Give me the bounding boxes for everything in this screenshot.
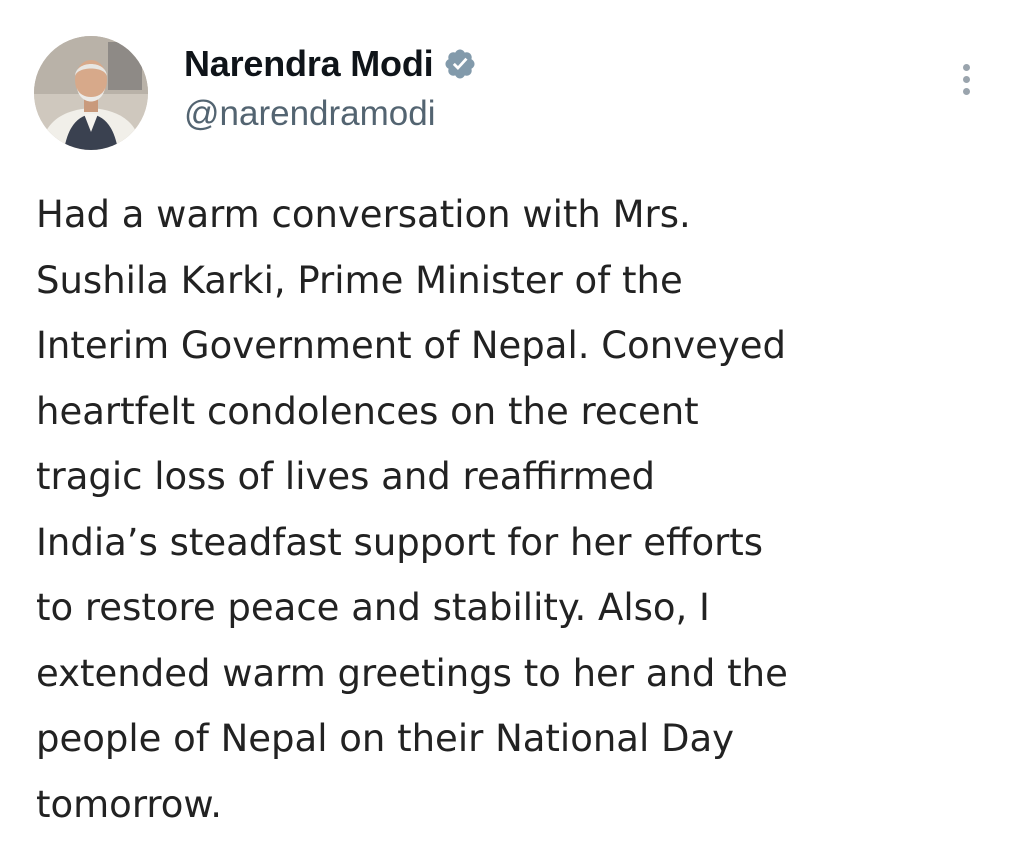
profile-photo-icon bbox=[34, 36, 148, 150]
tweet-card: Narendra Modi @narendramodi Had a warm c… bbox=[0, 0, 1024, 857]
tweet-text-line: heartfelt condolences on the recent bbox=[36, 389, 699, 433]
more-options-icon-dot bbox=[962, 75, 970, 83]
tweet-text-line: people of Nepal on their National Day bbox=[36, 717, 735, 760]
tweet-text-line: India’s steadfast support for her effort… bbox=[36, 520, 764, 564]
more-options-icon bbox=[962, 63, 970, 71]
tweet-text-line: extended warm greetings to her and the bbox=[36, 651, 788, 695]
tweet-text-line: to restore peace and stability. Also, I bbox=[36, 586, 710, 629]
tweet-text-line: tragic loss of lives and reaffirmed bbox=[36, 455, 656, 498]
more-options-button[interactable] bbox=[950, 56, 982, 102]
tweet-text-line: Interim Government of Nepal. Conveyed bbox=[36, 324, 786, 367]
author-handle[interactable]: @narendramodi bbox=[184, 94, 436, 134]
verified-badge-icon bbox=[445, 49, 475, 79]
tweet-text-line: Had a warm conversation with Mrs. bbox=[36, 193, 691, 236]
author-name-row: Narendra Modi bbox=[184, 42, 477, 86]
author-display-name[interactable]: Narendra Modi bbox=[184, 43, 434, 85]
more-options-icon-dot bbox=[962, 87, 970, 95]
tweet-text-line: tomorrow. bbox=[36, 782, 223, 826]
tweet-text: Had a warm conversation with Mrs. Sushil… bbox=[36, 182, 996, 837]
author-avatar[interactable] bbox=[34, 36, 148, 150]
tweet-text-line: Sushila Karki, Prime Minister of the bbox=[36, 258, 683, 302]
